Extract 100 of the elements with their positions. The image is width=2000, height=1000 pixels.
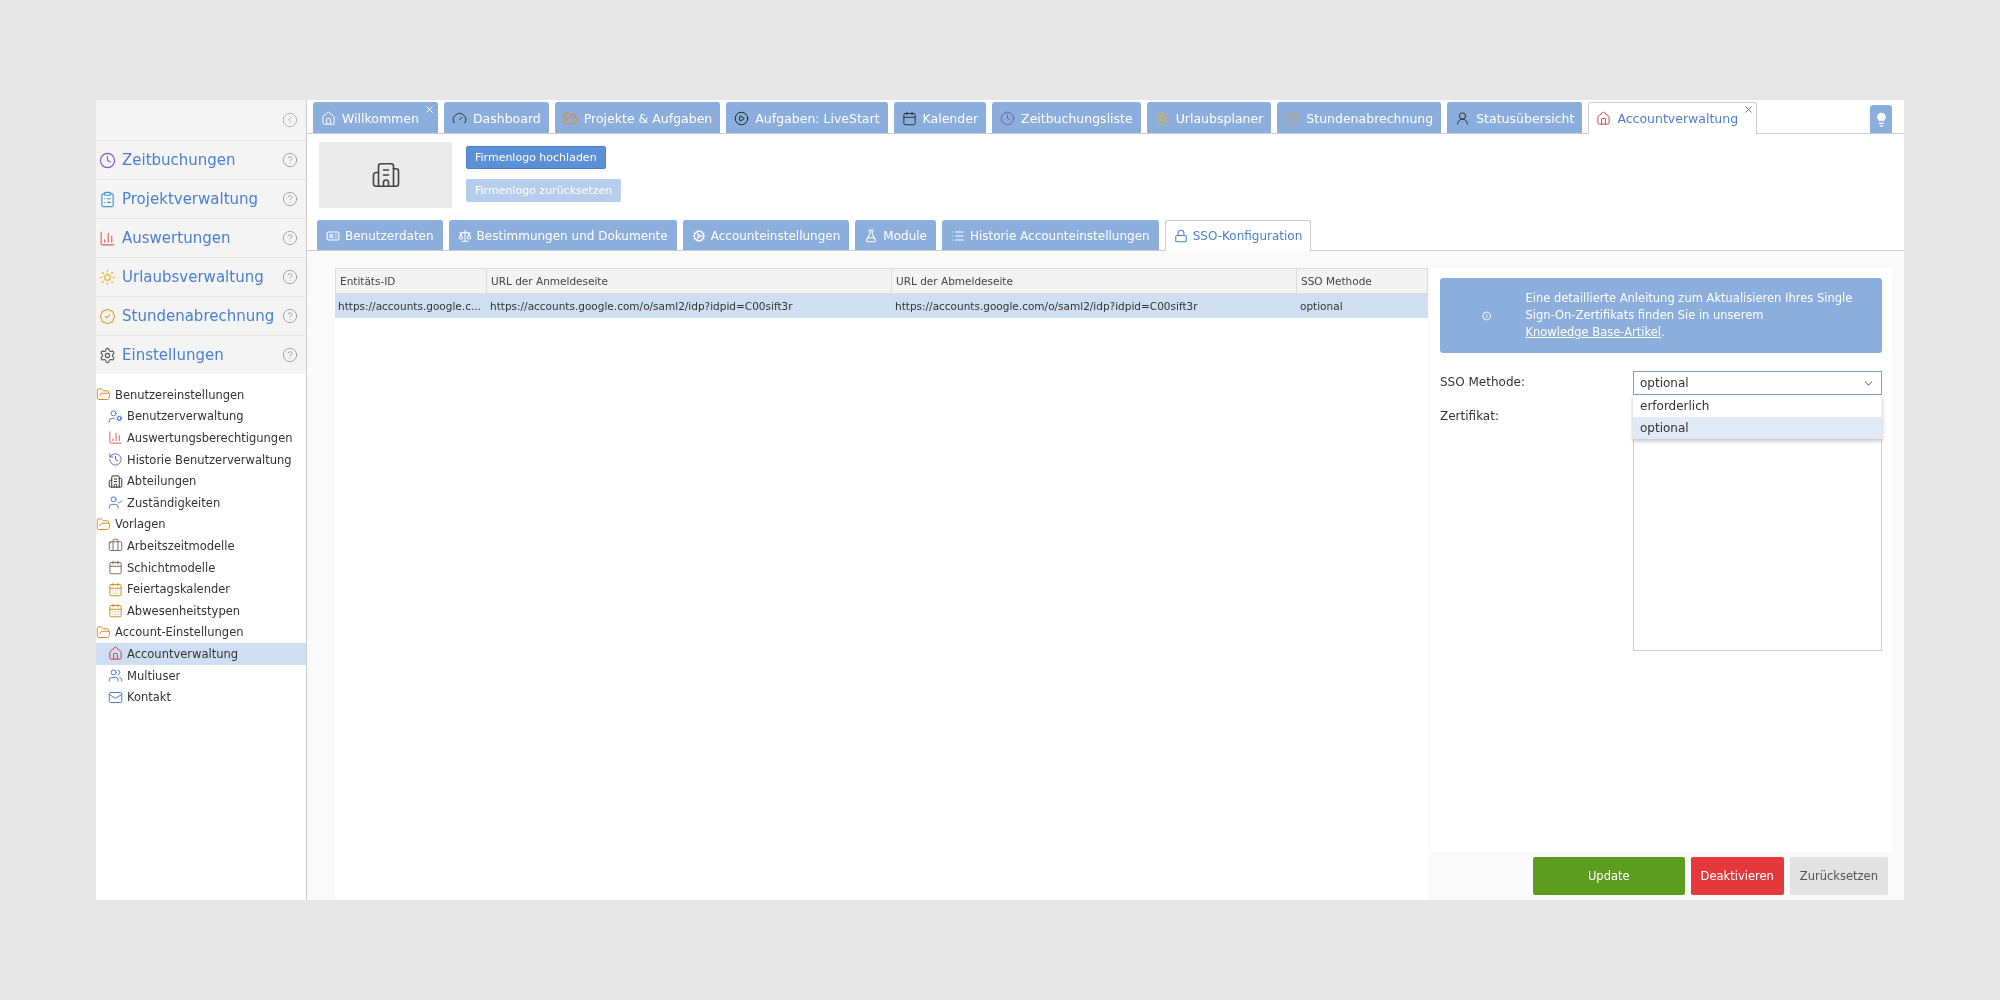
sidebar-section[interactable]: Urlaubsverwaltung [96, 257, 306, 296]
section-label: Auswertungen [122, 229, 232, 247]
sidebar-section[interactable]: Stundenabrechnung [96, 296, 306, 335]
field-label: Zertifikat: [1440, 408, 1500, 425]
app-tab[interactable]: Kalender [893, 102, 987, 133]
gauge-icon [451, 110, 467, 126]
folder-icon [96, 624, 111, 640]
house-icon [321, 110, 336, 126]
tree-item[interactable]: Feiertagskalender [127, 582, 231, 597]
folder-icon [96, 516, 111, 532]
knowledge-base-link[interactable]: Knowledge Base-Artikel [1525, 325, 1662, 339]
bar-chart-icon [108, 430, 123, 446]
section-label: Projektverwaltung [122, 190, 260, 208]
tree-item[interactable]: Abwesenheitstypen [127, 603, 241, 618]
table-cell-text: https://accounts.google.c... [337, 299, 482, 314]
lightbulb-button[interactable] [1870, 105, 1892, 133]
lock-icon [1173, 229, 1188, 243]
sidebar-section[interactable]: Projektverwaltung [96, 179, 306, 218]
section-tab[interactable]: Accounteinstellungen [682, 220, 850, 250]
user-icon [108, 495, 123, 511]
section-label: Urlaubsverwaltung [122, 268, 265, 286]
help-icon[interactable] [282, 191, 298, 207]
tree-item[interactable]: Vorlagen [115, 517, 166, 532]
tree-item[interactable]: Zuständigkeiten [127, 495, 221, 510]
calendar-icon [108, 603, 123, 619]
clipboard-icon [99, 190, 116, 208]
calendar-icon [901, 110, 917, 126]
tree-item[interactable]: Account-Einstellungen [115, 625, 244, 640]
badge-icon [1285, 110, 1301, 126]
column-header: URL der Anmeldeseite [487, 268, 892, 294]
sun-icon [1154, 110, 1170, 126]
id-card-icon [326, 228, 340, 243]
house-icon [108, 646, 123, 662]
app-tab[interactable]: Accountverwaltung [1588, 102, 1758, 134]
help-icon[interactable] [282, 308, 298, 324]
section-label: Stundenabrechnung [122, 307, 276, 325]
tree-item[interactable]: Arbeitszeitmodelle [127, 538, 235, 553]
app-tab[interactable]: Projekte & Aufgaben [554, 102, 721, 133]
calendar-icon [108, 560, 123, 576]
building-icon [370, 160, 401, 190]
column-header: Entitäts-ID [335, 268, 487, 294]
app-tab[interactable]: Stundenabrechnung [1277, 102, 1442, 133]
action-button[interactable]: Deaktivieren [1690, 857, 1784, 895]
sidebar-section[interactable]: Einstellungen [96, 335, 306, 374]
help-icon[interactable] [282, 269, 298, 285]
flask-icon [864, 228, 879, 243]
history-icon [108, 452, 123, 468]
bar-chart-icon [99, 229, 116, 247]
mail-icon [108, 689, 123, 705]
app-tab[interactable]: Aufgaben: LiveStart [726, 102, 888, 133]
tree-item[interactable]: Historie Benutzerverwaltung [127, 452, 292, 467]
section-label: Einstellungen [122, 346, 225, 364]
app-tab[interactable]: Willkommen [313, 102, 438, 133]
action-button[interactable]: Zurücksetzen [1789, 857, 1888, 895]
tree-item[interactable]: Multiuser [127, 668, 181, 683]
sso-method-select[interactable]: optional [1633, 371, 1882, 395]
app-tab[interactable]: Zeitbuchungsliste [992, 102, 1141, 133]
app-tab[interactable]: Dashboard [443, 102, 549, 133]
section-tab[interactable]: Historie Accounteinstellungen [941, 220, 1159, 250]
close-icon[interactable] [1743, 104, 1755, 115]
section-tab[interactable]: Benutzerdaten [317, 220, 443, 250]
tree-item[interactable]: Abteilungen [127, 474, 197, 489]
user-icon [1455, 110, 1471, 126]
field-label: SSO Methode: [1440, 374, 1526, 391]
tree-item[interactable]: Benutzerverwaltung [127, 409, 244, 424]
gears-icon [691, 228, 706, 243]
logo-button[interactable]: Firmenlogo hochladen [466, 146, 606, 169]
dropdown-option[interactable]: optional [1633, 417, 1882, 439]
folder-icon [96, 387, 111, 403]
list-icon [950, 228, 965, 243]
folder-icon [562, 110, 578, 126]
help-icon[interactable] [282, 347, 298, 363]
badge-icon [99, 307, 116, 325]
house-icon [1596, 111, 1612, 126]
tree-item[interactable]: Kontakt [127, 690, 172, 705]
sidebar-section[interactable]: Auswertungen [96, 218, 306, 257]
close-icon[interactable] [423, 104, 435, 115]
section-tab[interactable]: Bestimmungen und Dokumente [448, 220, 677, 250]
sidebar-section[interactable]: Zeitbuchungen [96, 140, 306, 179]
play-icon [734, 110, 750, 126]
dropdown-option[interactable]: erforderlich [1633, 395, 1882, 417]
building-icon [108, 473, 123, 489]
tree-item[interactable]: Auswertungsberechtigungen [127, 431, 293, 445]
table-cell-text: https://accounts.google.com/o/saml2/idp?idpid=C00sift3r [489, 299, 794, 314]
users-icon [108, 668, 123, 683]
section-tab[interactable]: Module [855, 220, 936, 250]
help-icon[interactable] [282, 230, 298, 246]
help-icon[interactable] [282, 152, 298, 168]
section-tab[interactable]: SSO-Konfiguration [1164, 220, 1312, 251]
collapse-icon[interactable] [282, 112, 298, 128]
app-tab[interactable]: Urlaubsplaner [1146, 102, 1272, 133]
action-button[interactable]: Update [1532, 857, 1685, 895]
tree-item[interactable]: Accountverwaltung [127, 646, 239, 661]
tree-item[interactable]: Schichtmodelle [127, 560, 216, 575]
calendar-icon [108, 581, 123, 597]
tree-item[interactable]: Benutzereinstellungen [115, 387, 245, 402]
tree-item-highlight[interactable]: Accountverwaltung [96, 643, 306, 665]
table-row[interactable]: https://accounts.google.c... https://accounts.google.com/o/saml2/idp?idpid=C00sift3r https://accounts.google.com/o/saml2/idp?idpid=C00sift3r optional [335, 294, 1428, 318]
app-tab[interactable]: Statusübersicht [1447, 102, 1583, 133]
table-cell-text: https://accounts.google.com/o/saml2/idp?idpid=C00sift3r [894, 299, 1199, 314]
